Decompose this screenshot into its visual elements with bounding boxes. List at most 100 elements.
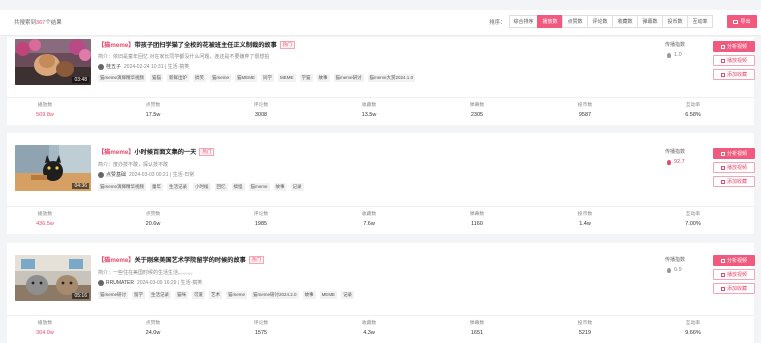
tag[interactable]: 猫meme xyxy=(226,291,248,299)
tag[interactable]: 生活记录 xyxy=(167,183,190,191)
video-title[interactable]: 【猫meme】带孩子团扫学猫了全校的花被班主任正义制裁的故事 热门 xyxy=(98,40,295,49)
video-title[interactable]: 【猫meme】小时候百面文集的一天 热门 xyxy=(98,147,215,156)
stat-value: 2305 xyxy=(470,112,484,118)
tag[interactable]: 猫猫 xyxy=(150,74,164,82)
analyze-video-button[interactable]: 分析视频 xyxy=(713,255,755,266)
total-count: 367 xyxy=(36,20,46,26)
tag[interactable]: 学猫 xyxy=(299,74,313,82)
stat-label: 播放数 xyxy=(37,212,53,217)
tag[interactable]: 猫meme研讨2024.2.0 xyxy=(251,291,299,299)
tag[interactable]: 艺术 xyxy=(209,291,223,299)
stat-value: 24.0w xyxy=(145,330,161,336)
stat-label: 评论数 xyxy=(253,103,269,108)
export-button[interactable]: 导出 xyxy=(727,15,757,28)
tag[interactable]: 故事 xyxy=(302,291,316,299)
title-text: 带孩子团扫学猫了全校的花被班主任正义制裁的故事 xyxy=(134,42,277,49)
tag[interactable]: 猫meme演绎精华视频 xyxy=(98,74,147,82)
stat-label: 互动率 xyxy=(685,321,701,326)
video-thumbnail[interactable]: 04:36 xyxy=(15,145,91,191)
add-favorite-button[interactable]: 添加收藏 xyxy=(713,283,755,294)
play-video-button[interactable]: 播放视频 xyxy=(713,162,755,173)
sort-comprehensive-button[interactable]: 综合排序 xyxy=(509,15,538,28)
sort-interaction-button[interactable]: 互动率 xyxy=(687,15,713,28)
tag[interactable]: 猫meme研讨 xyxy=(98,291,129,299)
tag[interactable]: 猫meme xyxy=(210,74,232,82)
video-thumbnail[interactable]: 05:16 xyxy=(15,255,91,301)
stat-label: 投币数 xyxy=(577,321,593,326)
video-card: 05:16 【猫meme】关于刚来美国艺术学院留学的时候的故事 热门 简介：一些住… xyxy=(7,243,755,343)
tag[interactable]: 猫MEME xyxy=(235,74,258,82)
stat-value: 9587 xyxy=(578,112,592,118)
stat-value: 7.6w xyxy=(363,221,375,227)
tag[interactable]: 猫meme研讨 xyxy=(333,74,364,82)
stat-label: 播放数 xyxy=(37,103,53,108)
video-thumbnail[interactable]: 03:48 xyxy=(15,39,91,85)
video-description: 简介：度办技不敢，探认技不敢 xyxy=(98,161,168,168)
sort-favorites-button[interactable]: 收藏数 xyxy=(612,15,638,28)
title-meme-tag: 【猫meme】 xyxy=(98,42,135,49)
tag[interactable]: 猫meme xyxy=(248,183,270,191)
tag[interactable]: 搞怪 xyxy=(231,183,245,191)
author-name[interactable]: 桂五子 xyxy=(106,63,121,70)
tag[interactable]: 记录 xyxy=(290,183,304,191)
stat-danmaku: 弹幕数 1160 xyxy=(447,210,507,227)
author-name[interactable]: RRUMATER xyxy=(106,280,134,286)
play-icon xyxy=(720,165,725,170)
desc-text: 度办技不敢，探认技不敢 xyxy=(113,162,169,168)
avatar[interactable] xyxy=(98,171,104,178)
total-suffix: 个结果 xyxy=(45,20,62,26)
tag[interactable]: 留学 xyxy=(132,291,146,299)
tag[interactable]: 回忆 xyxy=(214,183,228,191)
sort-coins-button[interactable]: 投币数 xyxy=(662,15,688,28)
analyze-video-button[interactable]: 分析视频 xyxy=(713,148,755,159)
title-text: 关于刚来美国艺术学院留学的时候的故事 xyxy=(134,257,246,264)
stat-coins: 投币数 5219 xyxy=(555,319,615,336)
stat-label: 弹幕数 xyxy=(469,212,485,217)
stats-row: 播放数 304.0w 点赞数 24.0w 评论数 1575 收藏数 4.3w 弹幕数 16… xyxy=(7,315,754,339)
tag[interactable]: 猫meme大赏2024.1.0 xyxy=(367,74,416,82)
stat-label: 投币数 xyxy=(577,212,593,217)
score-label: 传播指数 xyxy=(665,257,686,263)
analyze-video-button[interactable]: 分析视频 xyxy=(713,41,755,52)
desc-prefix: 简介： xyxy=(98,162,114,168)
tag[interactable]: 搞笑 xyxy=(193,74,207,82)
tag[interactable]: 新鲜出炉 xyxy=(167,74,190,82)
sort-danmaku-button[interactable]: 弹幕数 xyxy=(637,15,663,28)
stat-value: 20.6w xyxy=(145,221,161,227)
video-title[interactable]: 【猫meme】关于刚来美国艺术学院留学的时候的故事 热门 xyxy=(98,255,264,264)
add-favorite-button[interactable]: 添加收藏 xyxy=(713,176,755,187)
favorite-label: 添加收藏 xyxy=(726,179,747,185)
add-favorite-button[interactable]: 添加收藏 xyxy=(713,69,755,80)
stats-row: 播放数 509.8w 点赞数 17.5w 评论数 3008 收藏数 13.5w 弹幕数 2… xyxy=(7,97,754,121)
stat-label: 收藏数 xyxy=(361,103,377,108)
tag[interactable]: 小时候 xyxy=(193,183,211,191)
stat-favorites: 收藏数 4.3w xyxy=(339,319,399,336)
stat-value: 1985 xyxy=(254,221,268,227)
author-name[interactable]: 点赞基础 xyxy=(106,171,126,178)
avatar[interactable] xyxy=(98,279,104,286)
desc-text: 依旧是童年回忆 对在家长同学都没什么问题，连还是不要嫌弃了很想拍 xyxy=(113,54,270,60)
tag[interactable]: 猫咪 xyxy=(175,291,189,299)
tag[interactable]: 猫meme演绎精华视频 xyxy=(98,183,147,191)
tag[interactable]: 童年 xyxy=(150,183,164,191)
stat-label: 评论数 xyxy=(253,212,269,217)
sort-likes-button[interactable]: 点赞数 xyxy=(562,15,588,28)
sort-plays-button[interactable]: 播放数 xyxy=(537,15,563,28)
tag[interactable]: 可爱 xyxy=(192,291,206,299)
avatar[interactable] xyxy=(98,63,104,70)
tag[interactable]: MEME xyxy=(278,74,296,82)
sort-comments-button[interactable]: 评论数 xyxy=(587,15,613,28)
tag[interactable]: 生活记录 xyxy=(149,291,172,299)
play-video-button[interactable]: 播放视频 xyxy=(713,55,755,66)
tag[interactable]: 故事 xyxy=(316,74,330,82)
stat-label: 弹幕数 xyxy=(469,103,485,108)
tag[interactable]: MEME xyxy=(319,291,338,299)
tag[interactable]: 故事 xyxy=(273,183,287,191)
tag[interactable]: 记录 xyxy=(341,291,355,299)
favorite-label: 添加收藏 xyxy=(726,286,747,292)
play-video-button[interactable]: 播放视频 xyxy=(713,269,755,280)
tag[interactable]: 同学 xyxy=(261,74,275,82)
total-results: 共搜索到367个结果 xyxy=(14,18,62,26)
stats-row: 播放数 436.5w 点赞数 20.6w 评论数 1985 收藏数 7.6w 弹幕数 11… xyxy=(7,206,754,230)
stat-label: 收藏数 xyxy=(361,212,377,217)
